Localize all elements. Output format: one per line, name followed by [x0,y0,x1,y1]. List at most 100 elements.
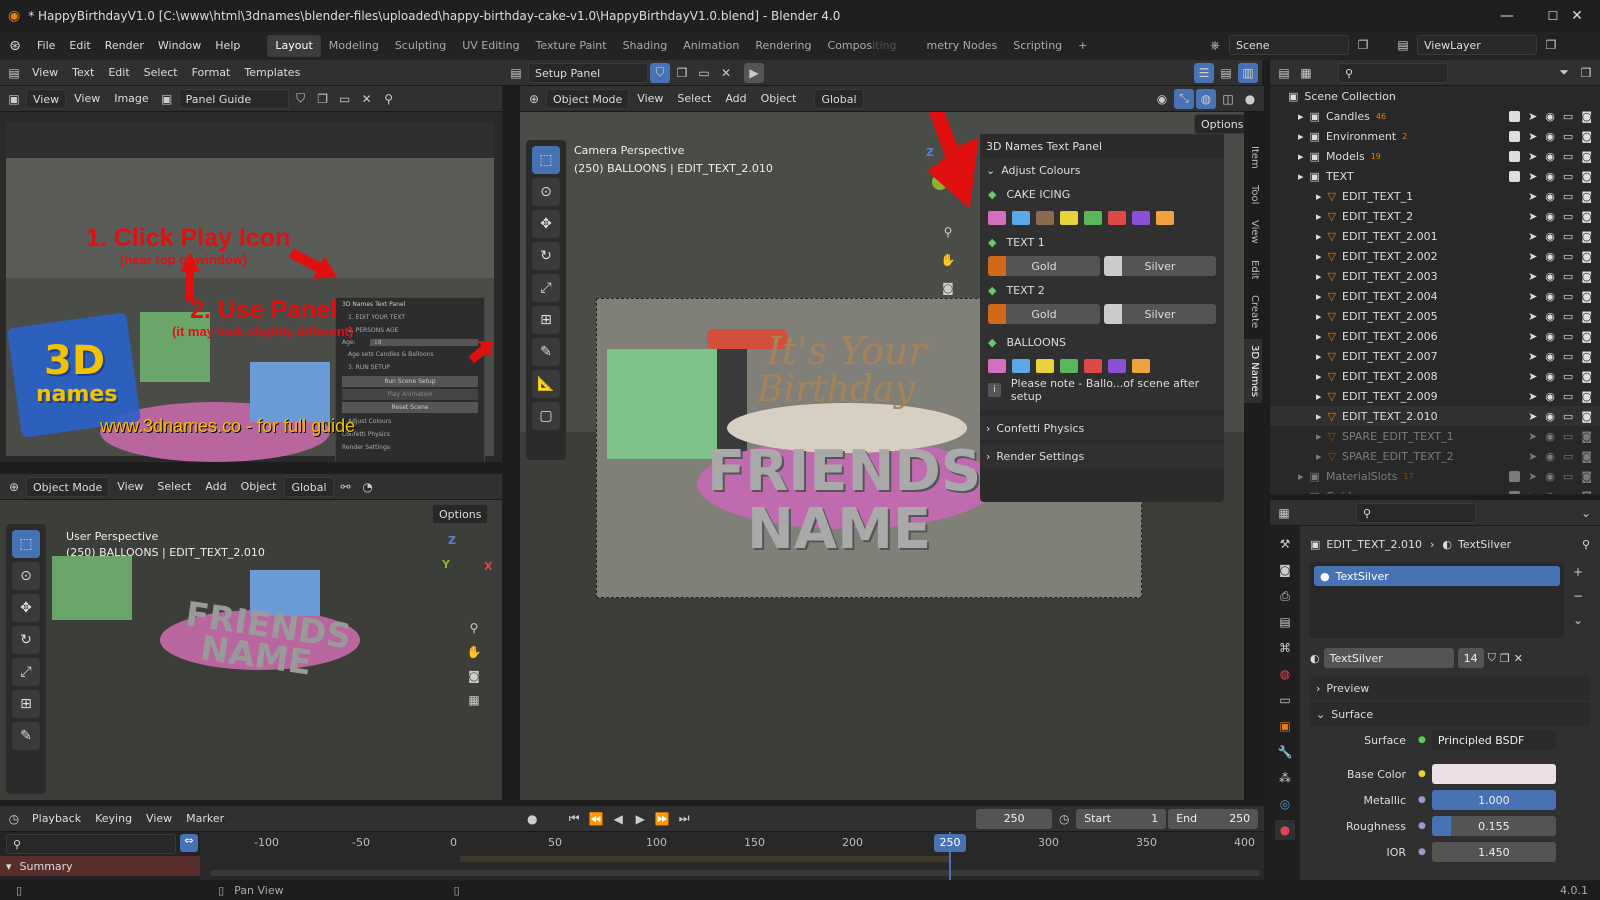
visibility-icon[interactable]: ◉ [1152,89,1172,109]
eye-icon[interactable]: ◉ [1545,290,1555,303]
main-vp-editor-icon[interactable]: ⊕ [524,89,544,109]
tab-scripting[interactable]: Scripting [1005,35,1070,57]
new-viewlayer-icon[interactable]: ❐ [1541,35,1561,55]
timeline-editor-icon[interactable]: ◷ [4,809,24,829]
blender-menu-icon[interactable]: ⊛ [0,38,30,54]
npanel-adjust-colours[interactable]: ⌄ Adjust Colours [980,158,1224,182]
balloon-swatch[interactable] [1084,359,1102,373]
small-transform-tool-icon[interactable]: ⊞ [12,690,40,718]
icing-swatch[interactable] [1060,211,1078,225]
viewport-icon[interactable]: ▭ [1563,230,1573,243]
timeline-playback[interactable]: Playback [26,809,87,829]
playhead-label[interactable]: 250 [934,834,966,852]
tab-texture-paint[interactable]: Texture Paint [528,35,615,57]
camera-view-icon[interactable]: ◙ [938,278,958,298]
small-move-tool-icon[interactable]: ✥ [12,594,40,622]
object-tab-icon[interactable]: ▣ [1275,716,1295,736]
render-icon[interactable]: ◙ [1581,470,1592,483]
icing-swatch[interactable] [1084,211,1102,225]
menu-render[interactable]: Render [98,35,151,57]
expand-icon[interactable]: ▸ [1298,170,1304,183]
outliner-row[interactable]: ▸ ▽ EDIT_TEXT_2.008 ➤ ◉ ▭ ◙ [1270,366,1600,386]
move-tool-icon[interactable]: ✥ [532,210,560,238]
material-copy-icon[interactable]: ❐ [1500,652,1510,665]
outliner-row[interactable]: ▸ ▽ EDIT_TEXT_2.003 ➤ ◉ ▭ ◙ [1270,266,1600,286]
image-browse-icon[interactable]: ▣ [157,89,177,109]
properties-options-icon[interactable]: ⌄ [1576,503,1596,523]
run-script-icon[interactable]: ▶ [744,62,764,83]
small-pan-icon[interactable]: ✋ [464,642,484,662]
outliner-row[interactable]: ▸ ▽ EDIT_TEXT_2.010 ➤ ◉ ▭ ◙ [1270,406,1600,426]
select-icon[interactable]: ➤ [1528,150,1537,163]
exclude-checkbox[interactable] [1509,150,1521,162]
scale-tool-icon[interactable]: ⤢ [532,274,560,302]
outliner-row[interactable]: ▸ ▣ Guides ➤ ◉ ▭ ◙ [1270,486,1600,494]
tab-rendering[interactable]: Rendering [747,35,819,57]
outliner-row[interactable]: ▸ ▽ EDIT_TEXT_2.006 ➤ ◉ ▭ ◙ [1270,326,1600,346]
prev-key-icon[interactable]: ⏪ [586,809,606,829]
select-icon[interactable]: ➤ [1528,450,1537,463]
outliner-row[interactable]: ▸ ▽ EDIT_TEXT_1 ➤ ◉ ▭ ◙ [1270,186,1600,206]
new-collection-icon[interactable]: ❐ [1576,63,1596,83]
text-menu-text[interactable]: Text [66,63,100,83]
select-tool-icon[interactable]: ⬚ [532,146,560,174]
viewport-icon[interactable]: ▭ [1563,310,1573,323]
expand-icon[interactable]: ▸ [1316,390,1322,403]
new-scene-icon[interactable]: ❐ [1353,35,1373,55]
gizmo-toggle-icon[interactable]: ⤡ [1174,88,1194,109]
exclude-checkbox[interactable] [1509,110,1521,122]
outliner-search[interactable]: ⚲ [1338,62,1448,83]
eye-icon[interactable]: ◉ [1545,390,1555,403]
expand-icon[interactable]: ▸ [1316,190,1322,203]
expand-icon[interactable]: ▸ [1316,230,1322,243]
material-tab-icon[interactable]: ● [1275,820,1295,840]
tab-animation[interactable]: Animation [675,35,747,57]
outliner-row[interactable]: ▸ ▽ EDIT_TEXT_2.004 ➤ ◉ ▭ ◙ [1270,286,1600,306]
main-vp-mode[interactable]: Object Mode [546,88,630,109]
render-icon[interactable]: ◙ [1581,390,1592,403]
only-selected-icon[interactable]: ⇔ [180,834,198,852]
tab-tool[interactable]: Tool [1244,179,1262,210]
exclude-checkbox[interactable] [1509,130,1521,142]
text1-silver-button[interactable]: Silver [1104,256,1216,276]
select-icon[interactable]: ➤ [1528,470,1537,483]
expand-icon[interactable]: ▸ [1316,210,1322,223]
outliner-row[interactable]: ▸ ▽ SPARE_EDIT_TEXT_1 ➤ ◉ ▭ ◙ [1270,426,1600,446]
filter-icon[interactable]: ⏷ [1554,63,1574,83]
viewport-icon[interactable]: ▭ [1563,490,1573,495]
small-vp-pivot-icon[interactable]: ⚯ [336,477,356,497]
expand-icon[interactable]: ▸ [1298,150,1304,163]
property-value[interactable]: 1.000 [1431,790,1556,810]
text-file-selector[interactable]: Setup Panel [528,62,648,83]
viewlayer-selector[interactable]: ViewLayer [1417,35,1537,55]
view-layer-tab-icon[interactable]: ▤ [1275,612,1295,632]
material-unlink-icon[interactable]: ✕ [1514,652,1523,665]
minimize-button[interactable]: — [1484,0,1530,32]
select-icon[interactable]: ➤ [1528,110,1537,123]
end-frame-field[interactable]: End 250 [1168,808,1259,829]
property-value[interactable]: 1.450 [1431,842,1556,862]
material-browse-icon[interactable]: ◐ [1310,652,1320,665]
small-vp-view[interactable]: View [111,477,149,497]
eye-icon[interactable]: ◉ [1545,430,1555,443]
line-numbers-icon[interactable]: ☰ [1194,62,1214,83]
scene-tab-icon[interactable]: ⌘ [1275,638,1295,658]
viewport-icon[interactable]: ▭ [1563,190,1573,203]
eye-icon[interactable]: ◉ [1545,190,1555,203]
balloon-swatch[interactable] [1132,359,1150,373]
viewport-icon[interactable]: ▭ [1563,110,1573,123]
viewport-icon[interactable]: ▭ [1563,270,1573,283]
balloon-swatch[interactable] [1108,359,1126,373]
npanel-render[interactable]: › Render Settings [980,444,1224,468]
select-icon[interactable]: ➤ [1528,410,1537,423]
pan-icon[interactable]: ✋ [938,250,958,270]
text2-gold-button[interactable]: Gold [988,304,1100,324]
expand-icon[interactable]: ▸ [1316,310,1322,323]
tab-item[interactable]: Item [1244,140,1262,175]
select-icon[interactable]: ➤ [1528,170,1537,183]
main-vp-select[interactable]: Select [671,89,717,109]
tab-uv-editing[interactable]: UV Editing [454,35,527,57]
main-viewport[interactable]: Options Camera Perspective (250) BALLOON… [520,112,1244,800]
eye-icon[interactable]: ◉ [1545,150,1555,163]
icing-swatch[interactable] [1132,211,1150,225]
